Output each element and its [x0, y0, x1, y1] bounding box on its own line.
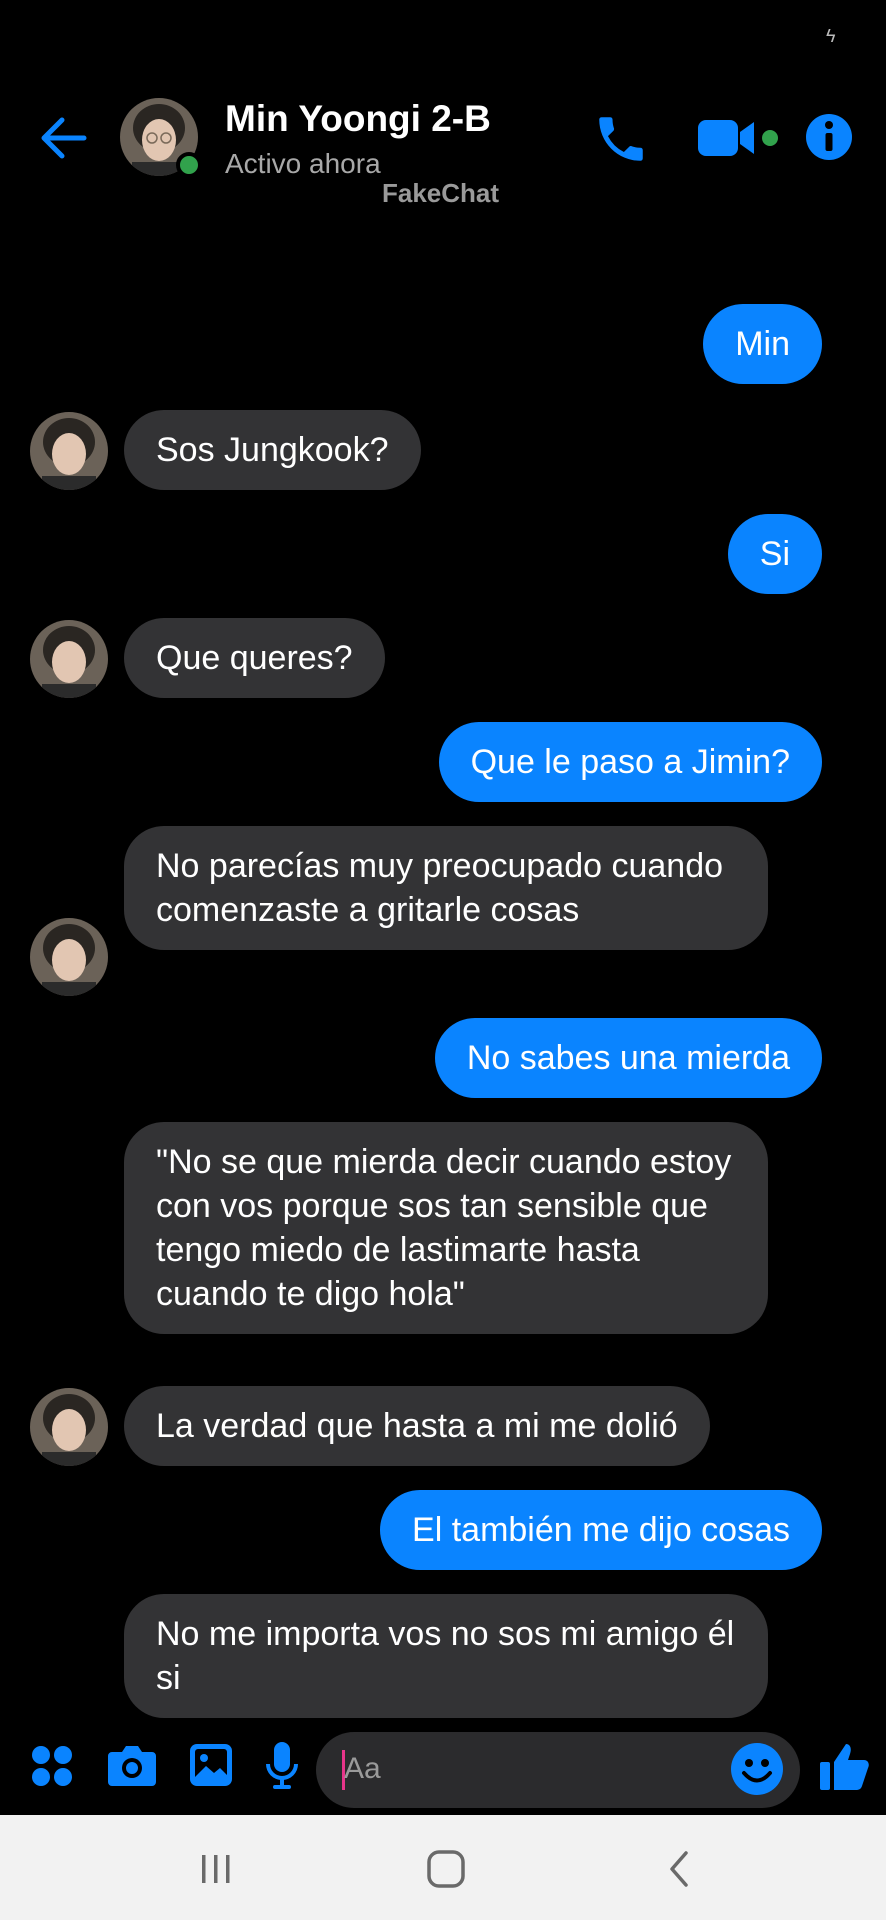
emoji-icon[interactable]	[730, 1742, 784, 1801]
contact-avatar[interactable]	[120, 98, 202, 178]
message-bubble-received[interactable]: La verdad que hasta a mi me dolió	[124, 1386, 710, 1466]
message-bubble-received[interactable]: No parecías muy preocupado cuando comenz…	[124, 826, 768, 950]
status-bar-icon: ϟ	[826, 26, 836, 46]
video-camera-icon[interactable]	[696, 114, 786, 164]
message-bubble-sent[interactable]: Min	[703, 304, 822, 384]
message-bubble-sent[interactable]: No sabes una mierda	[434, 1018, 822, 1098]
microphone-icon[interactable]	[264, 1740, 300, 1795]
online-status-dot	[176, 152, 202, 178]
contact-status: Activo ahora	[225, 148, 381, 179]
info-icon[interactable]	[804, 112, 854, 162]
message-bubble-received[interactable]: Que queres?	[124, 618, 385, 698]
contact-avatar-small[interactable]	[30, 412, 108, 490]
apps-icon[interactable]	[30, 1744, 74, 1793]
camera-icon[interactable]	[106, 1742, 158, 1793]
message-input[interactable]	[316, 1732, 800, 1808]
message-input-placeholder: Aa	[344, 1752, 381, 1785]
system-navigation-bar	[0, 1815, 886, 1920]
watermark: FakeChat	[382, 178, 500, 208]
message-bubble-sent[interactable]: Si	[727, 514, 822, 594]
message-bubble-received[interactable]: "No se que mierda decir cuando estoy con…	[124, 1122, 768, 1334]
contact-avatar-small[interactable]	[30, 1388, 108, 1466]
message-bubble-received[interactable]: Sos Jungkook?	[124, 410, 421, 490]
thumbs-up-icon[interactable]	[818, 1740, 870, 1797]
message-bubble-sent[interactable]: Que le paso a Jimin?	[438, 722, 822, 802]
gallery-icon[interactable]	[188, 1742, 234, 1793]
phone-icon[interactable]	[592, 110, 650, 168]
contact-avatar-small[interactable]	[30, 918, 108, 996]
contact-name[interactable]: Min Yoongi 2-B	[225, 98, 491, 140]
recents-icon[interactable]	[196, 1849, 236, 1894]
back-icon[interactable]	[660, 1849, 700, 1894]
back-arrow-icon[interactable]	[36, 110, 100, 166]
message-bubble-sent[interactable]: El también me dijo cosas	[380, 1490, 822, 1570]
contact-avatar-small[interactable]	[30, 620, 108, 698]
message-bubble-received[interactable]: No me importa vos no sos mi amigo él si	[124, 1594, 768, 1718]
home-icon[interactable]	[424, 1847, 468, 1896]
